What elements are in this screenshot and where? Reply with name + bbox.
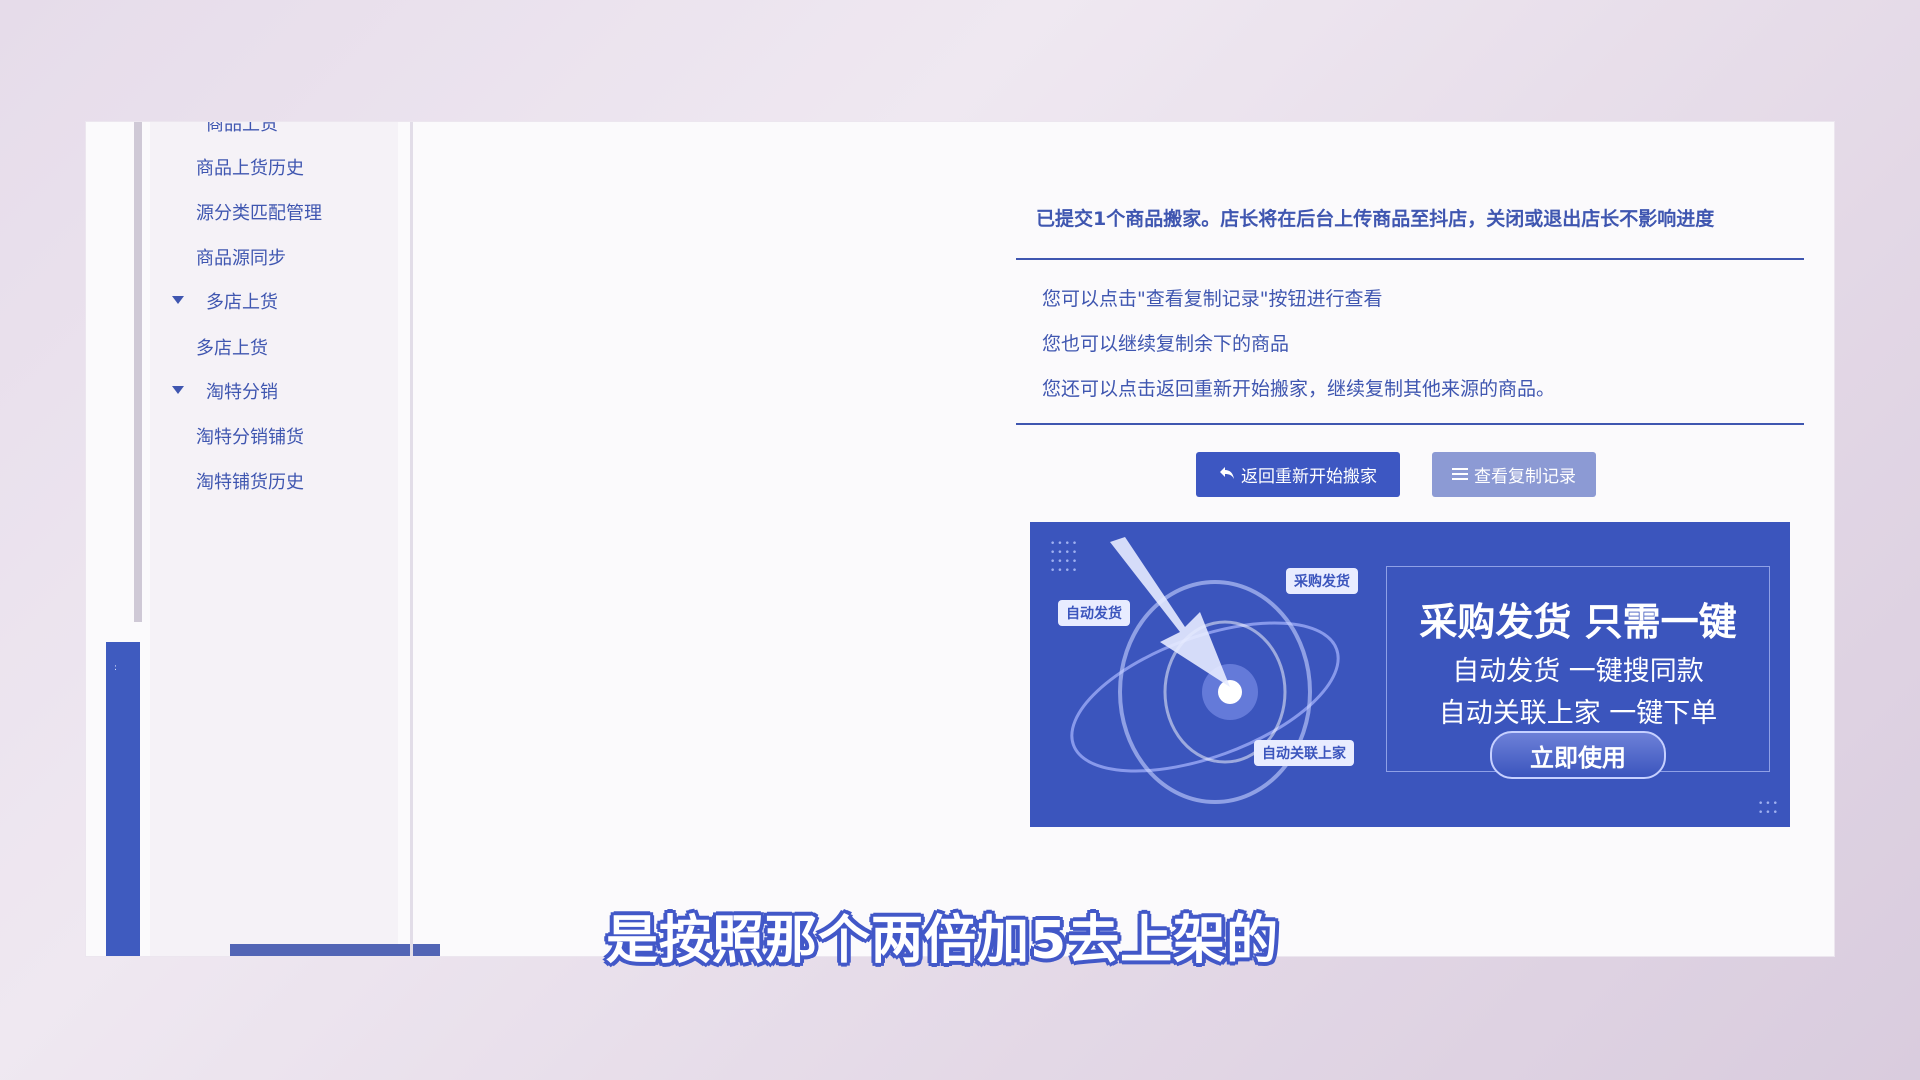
tag-auto-link: 自动关联上家 xyxy=(1254,740,1354,766)
back-restart-button[interactable]: 返回重新开始搬家 xyxy=(1196,452,1400,497)
sidebar-group-multi-store[interactable]: 多店上货 xyxy=(206,288,278,314)
app-window: : 商品上货 商品上货历史 源分类匹配管理 商品源同步 多店上货 多店上货 淘特… xyxy=(86,122,1834,956)
tag-purchase-ship: 采购发货 xyxy=(1286,568,1358,594)
sidebar-item-multi-store-upload[interactable]: 多店上货 xyxy=(196,334,268,360)
hint-line-1: 您可以点击"查看复制记录"按钮进行查看 xyxy=(1042,288,1383,310)
left-panel-fragment: : xyxy=(114,663,118,673)
decor-dots: ••• ••• xyxy=(1758,799,1780,818)
banner-subline-2: 自动关联上家 一键下单 xyxy=(1438,698,1718,729)
divider-top xyxy=(1016,258,1804,260)
use-now-button[interactable]: 立即使用 xyxy=(1490,731,1666,779)
promo-banner[interactable]: •••• •••• •••• •••• ••• ••• 自动发货 采购发货 自动关联上家… xyxy=(1030,522,1790,827)
sidebar-item-taote-history[interactable]: 淘特铺货历史 xyxy=(196,468,304,494)
sidebar-group-taote[interactable]: 淘特分销 xyxy=(206,378,278,404)
divider-bottom xyxy=(1016,423,1804,425)
list-icon xyxy=(1452,465,1468,485)
video-subtitle: 是按照那个两倍加5去上架的 xyxy=(606,911,1280,971)
caret-down-icon[interactable] xyxy=(172,386,184,394)
sidebar: 商品上货 商品上货历史 源分类匹配管理 商品源同步 多店上货 多店上货 淘特分销… xyxy=(150,122,440,956)
back-restart-label: 返回重新开始搬家 xyxy=(1241,467,1377,487)
left-panel-edge: : xyxy=(106,642,140,956)
banner-text-panel: 采购发货 只需一键 自动发货 一键搜同款 自动关联上家 一键下单 立即使用 xyxy=(1386,566,1770,779)
view-record-button[interactable]: 查看复制记录 xyxy=(1432,452,1596,497)
sidebar-item-category-mapping[interactable]: 源分类匹配管理 xyxy=(196,199,322,225)
hint-line-2: 您也可以继续复制余下的商品 xyxy=(1042,333,1290,355)
sidebar-item-upload-history[interactable]: 商品上货历史 xyxy=(196,154,304,180)
left-scrollbar[interactable] xyxy=(134,122,142,622)
decor-dots: •••• •••• •••• •••• xyxy=(1050,539,1080,576)
tag-auto-ship: 自动发货 xyxy=(1058,600,1130,626)
sidebar-divider xyxy=(410,122,413,956)
result-message-title: 已提交1个商品搬家。店长将在后台上传商品至抖店，关闭或退出店长不影响进度 xyxy=(1036,208,1715,230)
banner-headline: 采购发货 只需一键 xyxy=(1419,600,1737,644)
sidebar-group-goods-upload[interactable]: 商品上货 xyxy=(206,122,278,136)
caret-down-icon[interactable] xyxy=(172,296,184,304)
hint-line-3: 您还可以点击返回重新开始搬家，继续复制其他来源的商品。 xyxy=(1042,378,1556,400)
view-record-label: 查看复制记录 xyxy=(1474,467,1576,487)
return-arrow-icon xyxy=(1219,465,1235,485)
banner-subline-1: 自动发货 一键搜同款 xyxy=(1452,656,1704,687)
sidebar-bottom-button[interactable] xyxy=(230,944,440,956)
sidebar-item-taote-distribution[interactable]: 淘特分销铺货 xyxy=(196,423,304,449)
sidebar-item-source-sync[interactable]: 商品源同步 xyxy=(196,244,286,270)
